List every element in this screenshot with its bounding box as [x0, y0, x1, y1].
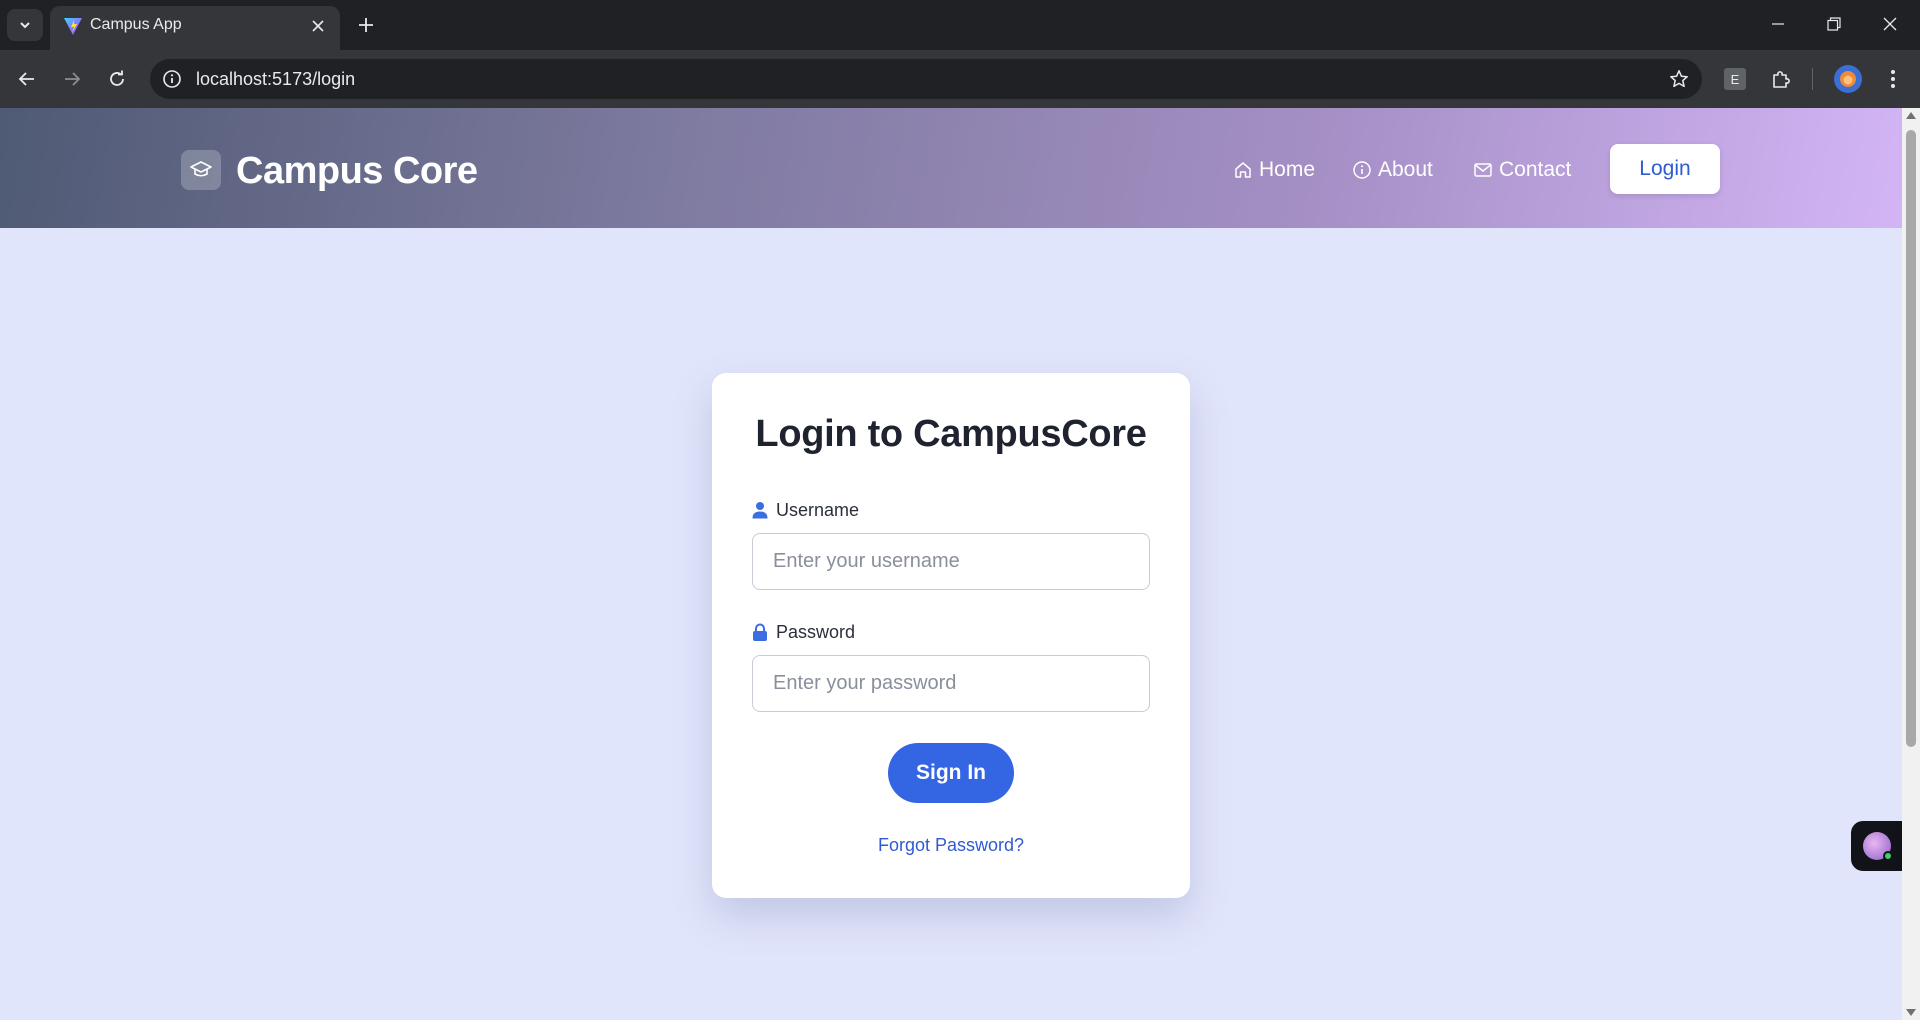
- password-label-text: Password: [776, 621, 856, 642]
- site-info-icon[interactable]: [160, 67, 184, 91]
- nav-link-label: About: [1378, 158, 1433, 181]
- lion-icon: [1840, 71, 1856, 87]
- window-close-button[interactable]: [1870, 8, 1910, 40]
- vite-favicon-icon: [64, 18, 82, 35]
- chevron-down-icon: [20, 22, 30, 29]
- forgot-password-link[interactable]: Forgot Password?: [712, 835, 1190, 856]
- minimize-button[interactable]: [1758, 8, 1798, 40]
- lock-icon: [753, 623, 767, 641]
- sign-in-button[interactable]: Sign In: [888, 743, 1014, 803]
- browser-menu-button[interactable]: [1876, 62, 1910, 96]
- scrollbar-thumb[interactable]: [1906, 130, 1916, 747]
- graduation-cap-icon: [181, 150, 221, 190]
- browser-toolbar: localhost:5173/login E: [0, 50, 1920, 108]
- forward-button[interactable]: [55, 62, 89, 96]
- browser-tab[interactable]: Campus App: [50, 6, 340, 50]
- username-label-text: Username: [776, 499, 860, 520]
- page-viewport: Campus Core Home About Contact Login Log…: [0, 108, 1920, 1020]
- home-icon: [1235, 162, 1251, 178]
- bookmark-star-icon[interactable]: [1666, 66, 1692, 92]
- restore-button[interactable]: [1814, 8, 1854, 40]
- close-icon: [312, 20, 324, 32]
- reload-icon: [110, 70, 124, 86]
- login-card: Login to CampusCore Username Password Si…: [712, 373, 1190, 898]
- tab-close-button[interactable]: [306, 14, 330, 38]
- username-label: Username: [752, 498, 859, 522]
- tab-title: Campus App: [90, 16, 182, 33]
- info-icon: [1353, 161, 1371, 179]
- restore-icon: [1827, 17, 1841, 31]
- password-input[interactable]: [752, 655, 1150, 712]
- brand-name[interactable]: Campus Core: [236, 150, 478, 193]
- arrow-right-icon: [65, 72, 81, 86]
- assistant-avatar-icon: [1862, 832, 1893, 861]
- browser-tabstrip: Campus App: [0, 0, 1920, 50]
- arrow-left-icon: [18, 72, 34, 86]
- scroll-up-arrow-icon[interactable]: [1906, 112, 1916, 119]
- new-tab-button[interactable]: [352, 11, 380, 39]
- nav-link-home[interactable]: Home: [1233, 157, 1315, 183]
- puzzle-icon: [1773, 71, 1790, 88]
- online-status-dot: [1882, 851, 1893, 861]
- page-scrollbar[interactable]: [1902, 108, 1920, 1020]
- address-bar-url: localhost:5173/login: [196, 69, 356, 89]
- site-navbar: Campus Core Home About Contact Login: [0, 108, 1902, 228]
- extensions-button[interactable]: [1764, 62, 1798, 96]
- close-icon: [1883, 17, 1897, 31]
- tab-search-button[interactable]: [7, 9, 43, 41]
- scroll-down-arrow-icon[interactable]: [1906, 1009, 1916, 1016]
- toolbar-divider: [1812, 68, 1813, 90]
- nav-link-about[interactable]: About: [1352, 157, 1433, 183]
- more-vertical-icon: [1891, 70, 1895, 88]
- chat-widget-button[interactable]: [1851, 821, 1902, 871]
- login-title: Login to CampusCore: [755, 413, 1147, 455]
- username-input[interactable]: [752, 533, 1150, 590]
- reload-button[interactable]: [100, 62, 134, 96]
- minimize-icon: [1772, 23, 1784, 25]
- plus-icon: [359, 18, 373, 32]
- extension-e-icon[interactable]: E: [1724, 68, 1746, 90]
- profile-avatar[interactable]: [1834, 65, 1862, 93]
- password-label: Password: [752, 620, 855, 644]
- address-bar[interactable]: localhost:5173/login: [150, 59, 1702, 99]
- nav-link-contact[interactable]: Contact: [1473, 157, 1571, 183]
- back-button[interactable]: [10, 62, 44, 96]
- user-icon: [752, 502, 768, 519]
- nav-link-label: Contact: [1499, 158, 1572, 181]
- mail-icon: [1474, 163, 1492, 177]
- nav-link-label: Home: [1259, 158, 1316, 181]
- nav-login-button[interactable]: Login: [1610, 144, 1720, 194]
